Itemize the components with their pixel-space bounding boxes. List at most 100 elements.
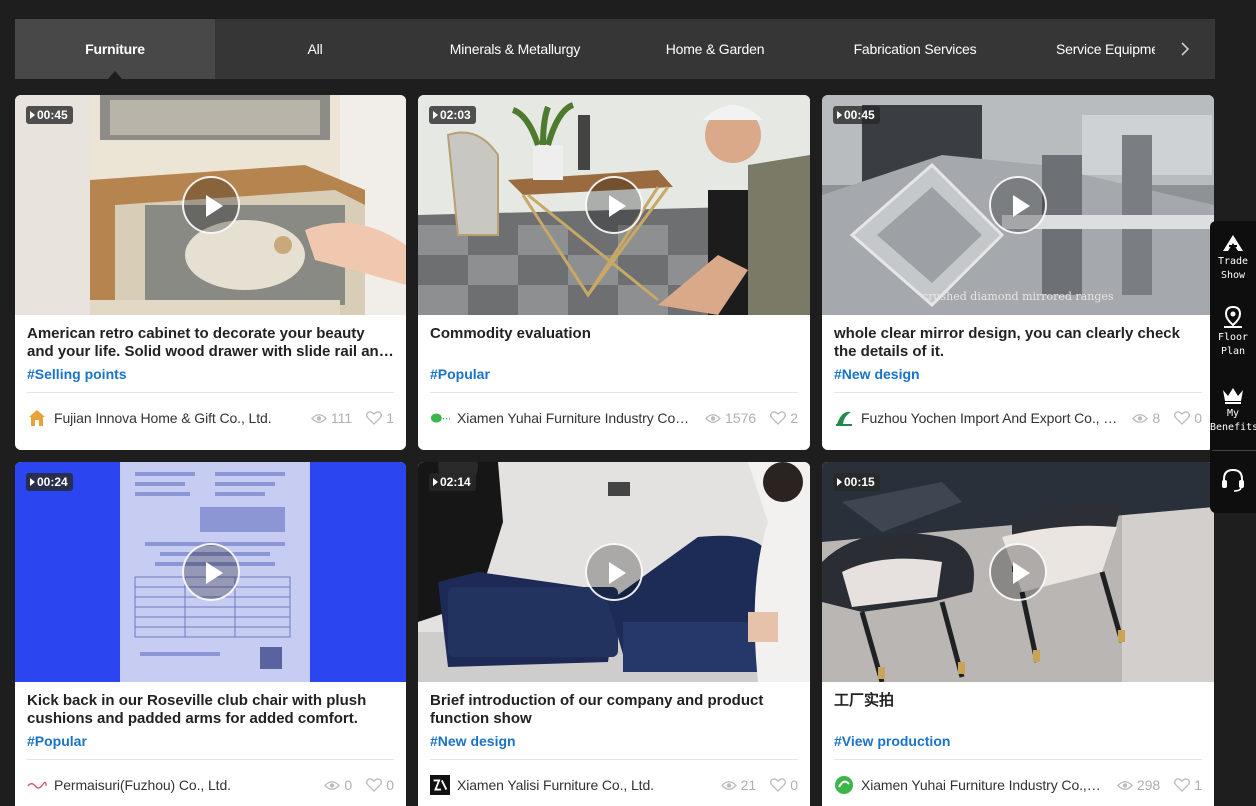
play-icon[interactable]: [181, 543, 240, 601]
tab-label: Fabrication Services: [853, 41, 977, 57]
map-pin-icon: [1224, 305, 1242, 328]
like-count-text: 0: [386, 777, 394, 793]
video-card[interactable]: crushed diamond mirrored ranges 00:45 wh…: [822, 95, 1214, 450]
video-title[interactable]: Brief introduction of our company and pr…: [430, 692, 798, 728]
play-icon[interactable]: [585, 176, 643, 234]
tab-service-equipment[interactable]: Service Equipment: [1015, 19, 1155, 79]
tab-furniture[interactable]: Furniture: [15, 19, 215, 79]
video-title[interactable]: American retro cabinet to decorate your …: [27, 325, 394, 361]
play-small-icon: [30, 111, 35, 119]
duration-badge: 00:45: [833, 106, 880, 124]
my-benefits-label: Benefits: [1210, 422, 1256, 433]
view-count-text: 1576: [725, 410, 757, 426]
play-icon[interactable]: [181, 176, 240, 234]
video-tag[interactable]: #New design: [430, 733, 798, 755]
like-button[interactable]: 1: [366, 410, 394, 426]
category-tabs: Furniture All Minerals & Metallurgy Home…: [15, 19, 1215, 79]
trade-show-button[interactable]: Trade Show: [1210, 233, 1256, 283]
duration-text: 00:24: [37, 475, 68, 489]
play-icon[interactable]: [585, 543, 643, 601]
eye-icon: [1116, 780, 1133, 790]
company-logo-icon: [430, 775, 450, 795]
tab-minerals-metallurgy[interactable]: Minerals & Metallurgy: [415, 19, 615, 79]
crown-icon: [1223, 388, 1243, 404]
duration-text: 00:15: [844, 475, 875, 489]
floor-plan-label: Floor: [1217, 332, 1249, 343]
duration-badge: 00:15: [833, 473, 880, 491]
chevron-right-icon: [1181, 42, 1190, 56]
tab-label: Service Equipment: [1056, 41, 1155, 57]
like-button[interactable]: 2: [770, 410, 798, 426]
tab-fabrication-services[interactable]: Fabrication Services: [815, 19, 1015, 79]
like-count-text: 2: [790, 410, 798, 426]
video-tag[interactable]: #Popular: [430, 366, 798, 388]
trade-show-icon: [1223, 235, 1243, 251]
video-thumbnail[interactable]: 00:15: [822, 462, 1214, 682]
eye-icon: [705, 413, 721, 423]
tabs-next-button[interactable]: [1155, 19, 1215, 79]
play-icon[interactable]: [989, 543, 1047, 601]
duration-badge: 00:24: [26, 473, 73, 491]
floor-plan-button[interactable]: Floor Plan: [1210, 305, 1256, 359]
video-card[interactable]: 02:14 Brief introduction of our company …: [418, 462, 810, 806]
view-count: 111: [311, 410, 352, 426]
company-name[interactable]: Xiamen Yalisi Furniture Co., Ltd.: [457, 777, 707, 793]
video-thumbnail[interactable]: crushed diamond mirrored ranges 00:45: [822, 95, 1214, 315]
duration-badge: 00:45: [26, 106, 73, 124]
trade-show-label: Show: [1220, 270, 1246, 281]
video-tag[interactable]: #View production: [834, 733, 1202, 755]
my-benefits-button[interactable]: My Benefits: [1210, 385, 1256, 435]
duration-text: 02:03: [440, 108, 471, 122]
view-count: 21: [720, 777, 756, 793]
video-title[interactable]: whole clear mirror design, you can clear…: [834, 325, 1202, 361]
video-tag[interactable]: #Selling points: [27, 366, 394, 388]
video-thumbnail[interactable]: 00:24: [15, 462, 406, 682]
company-logo-icon: [834, 775, 854, 795]
customer-service-button[interactable]: [1210, 467, 1256, 495]
video-thumbnail[interactable]: 02:03: [418, 95, 810, 315]
like-count-text: 1: [386, 410, 394, 426]
play-small-icon: [837, 111, 842, 119]
eye-icon: [324, 780, 341, 790]
company-name[interactable]: Xiamen Yuhai Furniture Industry Co., Ltd…: [457, 410, 691, 426]
video-card[interactable]: 02:03 Commodity evaluation #Popular ••• …: [418, 95, 810, 450]
company-name[interactable]: Permaisuri(Fuzhou) Co., Ltd.: [54, 777, 310, 793]
like-count-text: 0: [1194, 410, 1202, 426]
video-card[interactable]: 00:45 American retro cabinet to decorate…: [15, 95, 406, 450]
video-title[interactable]: Commodity evaluation: [430, 325, 798, 361]
video-tag[interactable]: #Popular: [27, 733, 394, 755]
video-title[interactable]: 工厂实拍: [834, 692, 1202, 728]
like-button[interactable]: 0: [770, 777, 798, 793]
play-small-icon: [30, 478, 35, 486]
duration-badge: 02:14: [429, 473, 476, 491]
like-button[interactable]: 0: [1174, 410, 1202, 426]
play-icon[interactable]: [989, 176, 1047, 234]
company-logo-icon: [27, 775, 47, 795]
video-tag[interactable]: #New design: [834, 366, 1202, 388]
video-thumbnail[interactable]: 00:45: [15, 95, 406, 315]
like-button[interactable]: 1: [1174, 777, 1202, 793]
video-title[interactable]: Kick back in our Roseville club chair wi…: [27, 692, 394, 728]
video-grid: 00:45 American retro cabinet to decorate…: [15, 95, 1215, 806]
video-card[interactable]: 00:24 Kick back in our Roseville club ch…: [15, 462, 406, 806]
tab-home-garden[interactable]: Home & Garden: [615, 19, 815, 79]
heart-icon: [770, 411, 787, 425]
company-name[interactable]: Xiamen Yuhai Furniture Industry Co., Ltd…: [861, 777, 1103, 793]
tab-label: Minerals & Metallurgy: [449, 41, 581, 57]
like-count-text: 0: [790, 777, 798, 793]
heart-icon: [1174, 778, 1191, 792]
tab-all[interactable]: All: [215, 19, 415, 79]
play-small-icon: [433, 111, 438, 119]
like-count-text: 1: [1194, 777, 1202, 793]
company-name[interactable]: Fuzhou Yochen Import And Export Co., Ltd…: [861, 410, 1118, 426]
my-benefits-label: My: [1226, 408, 1240, 419]
video-thumbnail[interactable]: 02:14: [418, 462, 810, 682]
company-logo-icon: [27, 408, 47, 428]
company-logo-icon: •••: [430, 408, 450, 428]
video-card[interactable]: 00:15 工厂实拍 #View production Xiamen Yuhai…: [822, 462, 1214, 806]
tab-label: All: [307, 41, 323, 57]
company-name[interactable]: Fujian Innova Home & Gift Co., Ltd.: [54, 410, 297, 426]
tab-label: Furniture: [85, 41, 145, 57]
like-button[interactable]: 0: [366, 777, 394, 793]
eye-icon: [720, 780, 737, 790]
